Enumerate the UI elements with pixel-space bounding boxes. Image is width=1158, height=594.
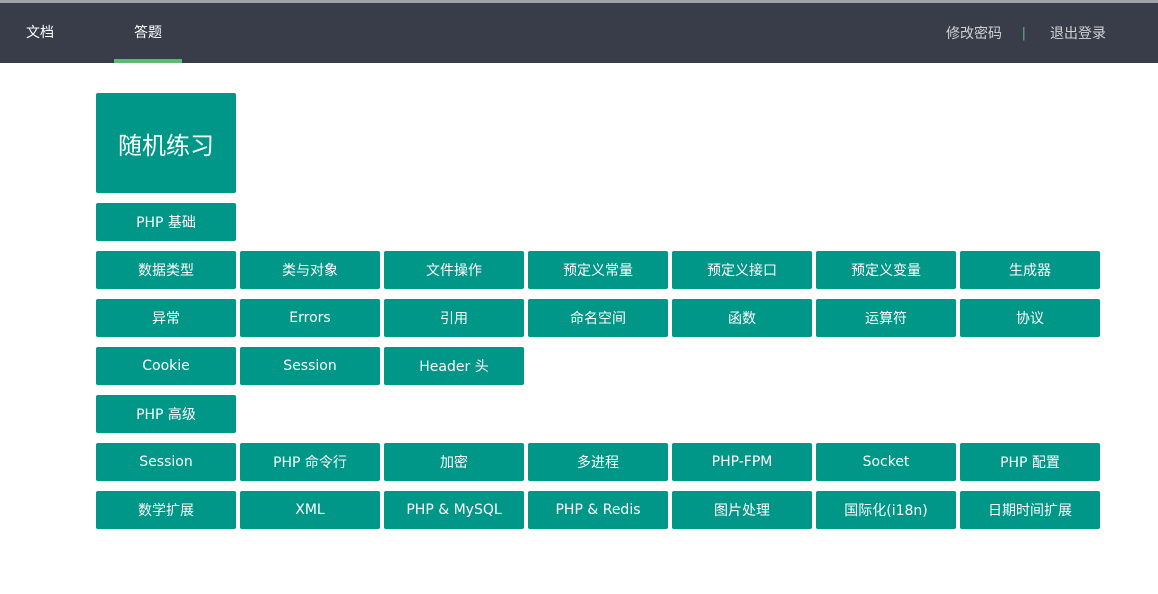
nav-tab-quiz[interactable]: 答题 (114, 3, 182, 63)
topic-button[interactable]: 加密 (384, 443, 524, 481)
topic-button[interactable]: Session (240, 347, 380, 385)
topic-grid-php-basics: 数据类型 类与对象 文件操作 预定义常量 预定义接口 预定义变量 生成器 异常 … (96, 251, 1100, 385)
topic-button[interactable]: 图片处理 (672, 491, 812, 529)
topic-button[interactable]: Header 头 (384, 347, 524, 385)
topic-button[interactable]: 预定义变量 (816, 251, 956, 289)
change-password-link[interactable]: 修改密码 (946, 3, 1002, 63)
topic-button[interactable]: PHP & Redis (528, 491, 668, 529)
topic-button[interactable]: 预定义接口 (672, 251, 812, 289)
topic-button[interactable]: 异常 (96, 299, 236, 337)
logout-link[interactable]: 退出登录 (1050, 3, 1106, 63)
topic-button[interactable]: Cookie (96, 347, 236, 385)
topic-button[interactable]: 运算符 (816, 299, 956, 337)
topic-button[interactable]: 日期时间扩展 (960, 491, 1100, 529)
topic-button[interactable]: 多进程 (528, 443, 668, 481)
topic-button[interactable]: 数据类型 (96, 251, 236, 289)
topic-button[interactable]: PHP 命令行 (240, 443, 380, 481)
topic-button[interactable]: 预定义常量 (528, 251, 668, 289)
topic-button[interactable]: Session (96, 443, 236, 481)
topic-button[interactable]: Errors (240, 299, 380, 337)
top-navbar: 文档 答题 修改密码 | 退出登录 (0, 0, 1158, 63)
topic-button[interactable]: 协议 (960, 299, 1100, 337)
topic-button[interactable]: XML (240, 491, 380, 529)
topic-button[interactable]: 函数 (672, 299, 812, 337)
topic-button[interactable]: 命名空间 (528, 299, 668, 337)
section-title-php-basics: PHP 基础 (96, 203, 236, 241)
topic-button[interactable]: PHP & MySQL (384, 491, 524, 529)
topic-button[interactable]: PHP 配置 (960, 443, 1100, 481)
topic-button[interactable]: 引用 (384, 299, 524, 337)
section-title-php-advanced: PHP 高级 (96, 395, 236, 433)
topic-button[interactable]: 生成器 (960, 251, 1100, 289)
topic-button[interactable]: PHP-FPM (672, 443, 812, 481)
topic-button[interactable]: 数学扩展 (96, 491, 236, 529)
random-practice-button[interactable]: 随机练习 (96, 93, 236, 193)
topic-button[interactable]: Socket (816, 443, 956, 481)
topic-grid-php-advanced: Session PHP 命令行 加密 多进程 PHP-FPM Socket PH… (96, 443, 1100, 529)
topic-button[interactable]: 类与对象 (240, 251, 380, 289)
topic-button[interactable]: 文件操作 (384, 251, 524, 289)
nav-separator: | (1021, 26, 1026, 41)
nav-tab-docs[interactable]: 文档 (0, 3, 80, 63)
topic-button[interactable]: 国际化(i18n) (816, 491, 956, 529)
